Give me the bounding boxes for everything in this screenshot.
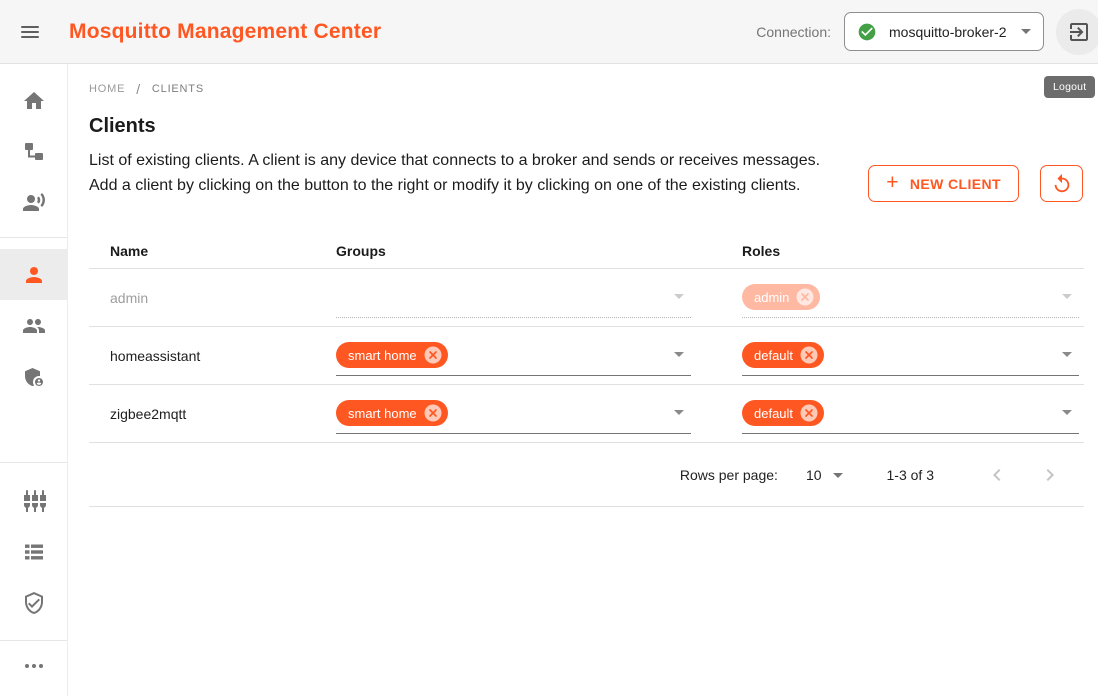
- sliders-icon: [22, 489, 46, 513]
- record-voice-over-icon: [22, 191, 46, 215]
- roles-select[interactable]: admin: [742, 284, 1079, 318]
- chevron-down-icon: [1021, 29, 1031, 34]
- chip[interactable]: default: [742, 400, 824, 426]
- table-row[interactable]: zigbee2mqtt smart home default: [89, 385, 1084, 443]
- chip-label: default: [754, 348, 793, 363]
- client-name: zigbee2mqtt: [89, 406, 331, 422]
- new-client-label: NEW CLIENT: [910, 176, 1001, 192]
- next-page-button[interactable]: [1037, 462, 1063, 488]
- chevron-down-icon: [1062, 294, 1072, 299]
- groups-select[interactable]: smart home: [336, 400, 691, 434]
- more-horizontal-icon: [22, 654, 46, 678]
- remove-icon[interactable]: [424, 404, 442, 422]
- sidebar-item-home[interactable]: [0, 75, 67, 126]
- chevron-down-icon: [1062, 352, 1072, 357]
- chevron-right-icon: [1038, 463, 1062, 487]
- shield-check-icon: [22, 591, 46, 615]
- table-row[interactable]: admin admin: [89, 269, 1084, 327]
- sidebar-item-security[interactable]: [0, 577, 67, 628]
- refresh-icon: [1051, 173, 1073, 195]
- table-pagination: Rows per page: 10 1-3 of 3: [89, 443, 1084, 507]
- remove-icon[interactable]: [800, 404, 818, 422]
- sidebar-item-broadcast[interactable]: [0, 177, 67, 228]
- pagination-range: 1-3 of 3: [887, 467, 934, 483]
- sidebar-item-settings[interactable]: [0, 475, 67, 526]
- new-client-button[interactable]: + NEW CLIENT: [868, 165, 1019, 202]
- roles-select[interactable]: default: [742, 400, 1079, 434]
- client-name: homeassistant: [89, 348, 331, 364]
- chip-label: smart home: [348, 406, 417, 421]
- person-icon: [22, 263, 46, 287]
- admin-panel-icon: [22, 365, 46, 389]
- topology-icon: [22, 140, 46, 164]
- chip[interactable]: smart home: [336, 400, 448, 426]
- chip[interactable]: default: [742, 342, 824, 368]
- chip-label: smart home: [348, 348, 417, 363]
- list-icon: [22, 540, 46, 564]
- logout-icon: [1067, 20, 1091, 44]
- connection-label: Connection:: [756, 24, 831, 40]
- refresh-button[interactable]: [1040, 165, 1083, 202]
- remove-icon[interactable]: [800, 346, 818, 364]
- chip[interactable]: smart home: [336, 342, 448, 368]
- chevron-down-icon: [674, 352, 684, 357]
- chevron-left-icon: [985, 463, 1009, 487]
- page-title: Clients: [89, 115, 1083, 138]
- breadcrumb-current: CLIENTS: [152, 83, 204, 95]
- breadcrumb-home[interactable]: HOME: [89, 83, 125, 95]
- rows-per-page-select[interactable]: 10: [806, 467, 843, 483]
- chevron-down-icon: [1062, 410, 1072, 415]
- breadcrumb-separator: /: [136, 81, 141, 97]
- chevron-down-icon: [833, 473, 843, 478]
- people-icon: [22, 314, 46, 338]
- clients-table: Name Groups Roles admin admin homeassistan…: [89, 233, 1084, 507]
- breadcrumb: HOME / CLIENTS: [89, 81, 1083, 97]
- chip[interactable]: admin: [742, 284, 820, 310]
- app-header: Mosquitto Management Center Connection: …: [0, 0, 1098, 64]
- page-description: List of existing clients. A client is an…: [89, 148, 843, 202]
- main-content: HOME / CLIENTS Clients List of existing …: [68, 64, 1098, 696]
- plus-icon: +: [886, 172, 899, 193]
- logout-tooltip: Logout: [1044, 76, 1095, 98]
- connection-select[interactable]: mosquitto-broker-2: [844, 12, 1044, 51]
- column-header-name: Name: [89, 243, 331, 259]
- sidebar-item-logs[interactable]: [0, 526, 67, 577]
- table-row[interactable]: homeassistant smart home default: [89, 327, 1084, 385]
- connection-value: mosquitto-broker-2: [889, 24, 1007, 40]
- rows-per-page-label: Rows per page:: [680, 467, 778, 483]
- app-title: Mosquitto Management Center: [69, 20, 381, 44]
- home-icon: [22, 89, 46, 113]
- check-circle-icon: [857, 22, 877, 42]
- sidebar-item-more[interactable]: [0, 641, 67, 691]
- chip-label: admin: [754, 290, 789, 305]
- hamburger-menu-icon: [21, 23, 39, 41]
- remove-icon[interactable]: [796, 288, 814, 306]
- groups-select[interactable]: [336, 284, 691, 318]
- chevron-down-icon: [674, 410, 684, 415]
- logout-button[interactable]: [1056, 9, 1098, 55]
- groups-select[interactable]: smart home: [336, 342, 691, 376]
- column-header-roles: Roles: [739, 243, 1084, 259]
- column-header-groups: Groups: [331, 243, 739, 259]
- sidebar-item-clients[interactable]: [0, 249, 67, 300]
- chip-label: default: [754, 406, 793, 421]
- hamburger-menu-button[interactable]: [6, 8, 54, 56]
- table-body: admin admin homeassistant smart home default…: [89, 269, 1084, 443]
- sidebar-item-groups[interactable]: [0, 300, 67, 351]
- remove-icon[interactable]: [424, 346, 442, 364]
- sidebar-item-topology[interactable]: [0, 126, 67, 177]
- client-name: admin: [89, 290, 331, 306]
- chevron-down-icon: [674, 294, 684, 299]
- sidebar: [0, 64, 68, 696]
- table-header: Name Groups Roles: [89, 233, 1084, 269]
- sidebar-item-roles[interactable]: [0, 351, 67, 402]
- previous-page-button[interactable]: [984, 462, 1010, 488]
- roles-select[interactable]: default: [742, 342, 1079, 376]
